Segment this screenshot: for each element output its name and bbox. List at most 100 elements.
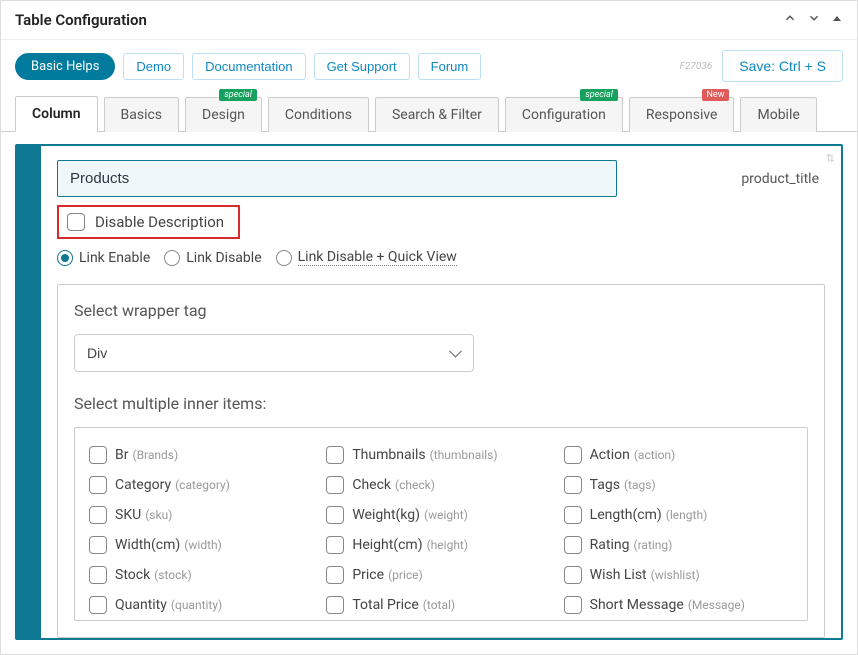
item-slug: (quantity) [171,598,222,612]
item-slug: (length) [666,508,707,522]
inner-item[interactable]: Total Price(total) [322,590,559,620]
radio-link-disable-quick-view[interactable] [276,250,292,266]
inner-item[interactable]: Length(cm) (length) [560,500,797,530]
item-checkbox[interactable] [564,446,582,464]
item-slug: (sku) [145,508,172,522]
item-checkbox[interactable] [89,566,107,584]
item-label: Price [352,567,384,583]
inner-item[interactable]: Width(cm)(width) [85,530,322,560]
radio-label: Link Disable + Quick View [298,249,457,266]
inner-item[interactable]: Stock(stock) [85,560,322,590]
tab-search-filter[interactable]: Search & Filter [375,97,499,132]
item-checkbox[interactable] [326,596,344,614]
inner-item[interactable]: Thumbnails(thumbnails) [322,440,559,470]
inner-item[interactable]: Weight(kg)(weight) [322,500,559,530]
item-label: Check [352,477,391,493]
drag-handle-icon[interactable]: ⇅ [826,152,835,165]
panel-controls [783,11,843,29]
column-slug: product_title [741,171,825,187]
item-label: Quantity [115,597,167,613]
demo-button[interactable]: Demo [123,53,184,80]
teal-sidebar [17,146,41,638]
item-slug: (tags) [624,478,656,492]
item-label: Tags [590,477,620,493]
content-wrap: ⇅ product_title Disable Description Link… [1,132,857,654]
item-checkbox[interactable] [326,506,344,524]
inner-item[interactable]: Br(Brands) [85,440,322,470]
radio-label: Link Enable [79,250,150,266]
tab-basics[interactable]: Basics [104,97,180,132]
column-name-input[interactable] [57,160,617,197]
inner-item[interactable]: Short Message (Message) [560,590,797,620]
inner-item[interactable]: Check(check) [322,470,559,500]
inner-item[interactable]: Quantity (quantity) [85,590,322,620]
inner-item[interactable]: Rating(rating) [560,530,797,560]
inner-item[interactable]: Action (action) [560,440,797,470]
item-label: Stock [115,567,150,583]
disable-description-row[interactable]: Disable Description [57,205,240,239]
inner-item[interactable]: Height(cm) (height) [322,530,559,560]
item-checkbox[interactable] [326,566,344,584]
item-checkbox[interactable] [89,476,107,494]
chevron-down-icon[interactable] [807,11,821,29]
inner-item[interactable]: Category (category) [85,470,322,500]
item-label: Short Message [590,597,684,613]
wrapper-tag-select[interactable]: Div [74,334,474,372]
special-badge: special [580,89,618,101]
item-slug: (thumbnails) [430,448,498,462]
inner-items-box: Br(Brands)Thumbnails(thumbnails) Action (a… [74,427,808,621]
item-checkbox[interactable] [326,536,344,554]
item-slug: (category) [175,478,230,492]
chevron-up-icon[interactable] [783,11,797,29]
toolbar-left: Basic Helps Demo Documentation Get Suppo… [15,53,481,80]
item-checkbox[interactable] [564,476,582,494]
wrapper-tag-label: Select wrapper tag [74,301,808,320]
column-name-row: product_title [57,160,825,197]
item-label: Total Price [352,597,418,613]
get-support-button[interactable]: Get Support [314,53,410,80]
documentation-button[interactable]: Documentation [192,53,305,80]
basic-helps-pill[interactable]: Basic Helps [15,53,115,80]
item-slug: (Message) [688,598,745,612]
forum-button[interactable]: Forum [418,53,482,80]
save-button[interactable]: Save: Ctrl + S [722,50,843,82]
item-checkbox[interactable] [564,566,582,584]
item-slug: (price) [388,568,423,582]
inner-item[interactable]: Tags (tags) [560,470,797,500]
item-label: Width(cm) [115,537,180,553]
panel-title: Table Configuration [15,11,147,29]
collapse-icon[interactable] [831,12,843,28]
item-label: Height(cm) [352,537,422,553]
special-badge: special [219,89,257,101]
tab-mobile[interactable]: Mobile [740,97,816,132]
tab-configuration[interactable]: Configurationspecial [505,97,623,132]
item-checkbox[interactable] [326,476,344,494]
radio-link-enable[interactable] [57,250,73,266]
item-label: Action [590,447,630,463]
tab-responsive[interactable]: ResponsiveNew [629,97,735,132]
item-checkbox[interactable] [564,506,582,524]
tab-column[interactable]: Column [15,96,98,132]
item-checkbox[interactable] [89,536,107,554]
disable-description-checkbox[interactable] [67,213,85,231]
form-code: F27036 [680,61,713,72]
inner-item[interactable]: Price (price) [322,560,559,590]
item-checkbox[interactable] [326,446,344,464]
item-label: Br [115,447,128,463]
tab-design[interactable]: Designspecial [185,97,262,132]
item-checkbox[interactable] [564,596,582,614]
item-checkbox[interactable] [89,506,107,524]
item-label: Rating [590,537,630,553]
wrapper-tag-select-wrap: Div [74,334,474,372]
item-checkbox[interactable] [89,596,107,614]
item-slug: (height) [427,538,468,552]
tab-conditions[interactable]: Conditions [268,97,369,132]
inner-item[interactable]: SKU(sku) [85,500,322,530]
inner-item[interactable]: Wish List(wishlist) [560,560,797,590]
item-checkbox[interactable] [89,446,107,464]
item-slug: (action) [634,448,675,462]
item-checkbox[interactable] [564,536,582,554]
item-label: Category [115,477,171,493]
radio-link-disable[interactable] [164,250,180,266]
item-label: Length(cm) [590,507,662,523]
